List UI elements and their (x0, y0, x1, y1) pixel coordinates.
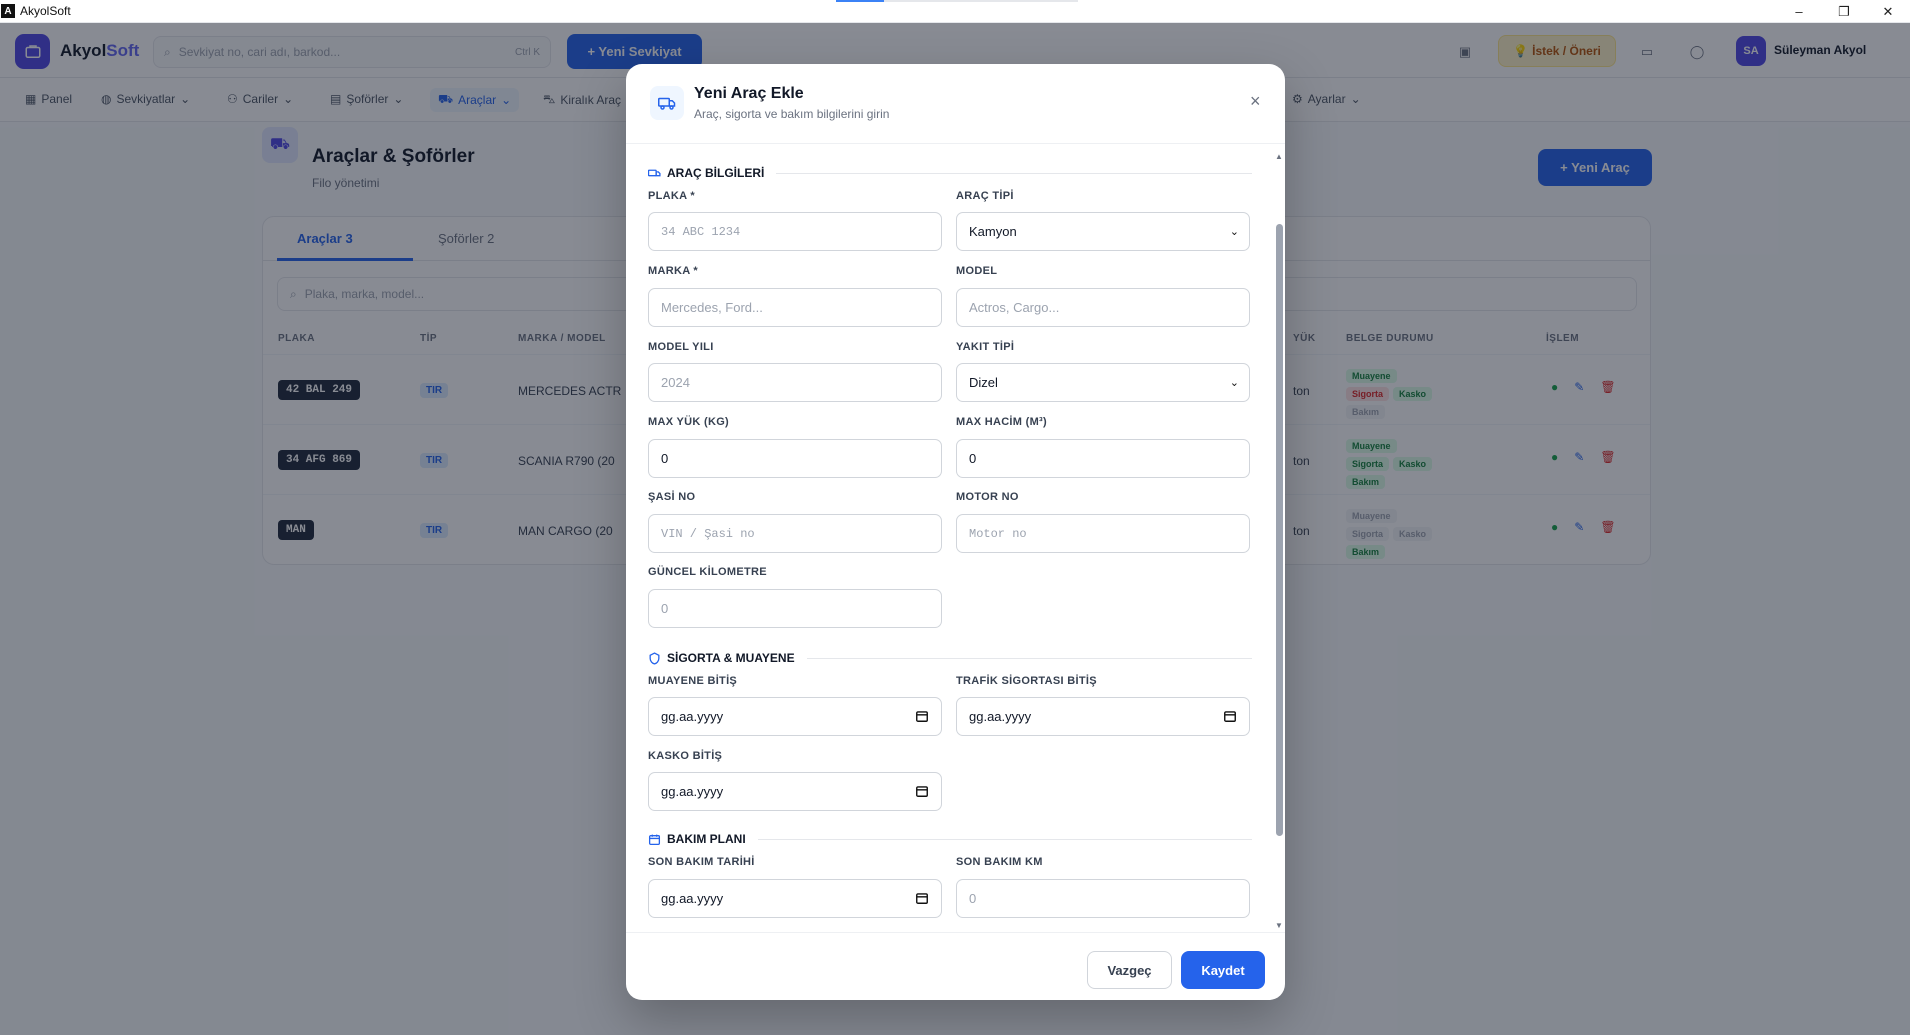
save-button[interactable]: Kaydet (1181, 951, 1265, 989)
fuel-type-select[interactable]: Dizel ⌄ (956, 363, 1250, 402)
modal-scrollbar[interactable]: ▲ ▼ (1273, 148, 1285, 932)
new-vehicle-modal: Yeni Araç Ekle Araç, sigorta ve bakım bi… (626, 64, 1285, 1000)
max-load-input[interactable]: 0 (648, 439, 942, 478)
model-year-label: MODEL YILI (648, 341, 714, 353)
inspection-end-label: MUAYENE BİTİŞ (648, 675, 738, 687)
modal-subtitle: Araç, sigorta ve bakım bilgilerini girin (694, 107, 890, 121)
engine-label: MOTOR NO (956, 491, 1019, 503)
chassis-input[interactable]: VIN / Şasi no (648, 514, 942, 553)
window-title: AkyolSoft (20, 4, 71, 18)
last-maintenance-date-label: SON BAKIM TARİHİ (648, 856, 755, 868)
calendar-icon[interactable] (915, 891, 929, 905)
model-label: MODEL (956, 265, 998, 277)
max-volume-label: MAX HACİM (M³) (956, 416, 1047, 428)
scrollbar-thumb[interactable] (1276, 224, 1283, 836)
scroll-down-icon[interactable]: ▼ (1275, 921, 1283, 930)
window-titlebar: A AkyolSoft – ❐ ✕ (0, 0, 1910, 23)
calendar-icon[interactable] (1223, 709, 1237, 723)
chevron-down-icon: ⌄ (1229, 377, 1239, 389)
vehicle-type-label: ARAÇ TİPİ (956, 190, 1014, 202)
last-maintenance-km-input[interactable]: 0 (956, 879, 1250, 918)
close-icon[interactable]: × (1250, 92, 1261, 110)
plate-input[interactable]: 34 ABC 1234 (648, 212, 942, 251)
traffic-insurance-end-input[interactable]: gg.aa.yyyy (956, 697, 1250, 736)
modal-footer: Vazgeç Kaydet (626, 932, 1285, 1000)
minimize-button[interactable]: – (1777, 0, 1821, 23)
calendar-icon (648, 834, 661, 845)
chassis-label: ŞASİ NO (648, 491, 696, 503)
vehicle-type-select[interactable]: Kamyon ⌄ (956, 212, 1250, 251)
fuel-type-label: YAKIT TİPİ (956, 341, 1015, 353)
brand-input[interactable]: Mercedes, Ford... (648, 288, 942, 327)
inspection-end-input[interactable]: gg.aa.yyyy (648, 697, 942, 736)
section-vehicle-info: ARAÇ BİLGİLERİ (648, 166, 1252, 180)
app-logo-icon: A (1, 4, 15, 18)
traffic-insurance-end-label: TRAFİK SİGORTASI BİTİŞ (956, 675, 1097, 687)
loading-progress-fill (836, 0, 885, 2)
engine-input[interactable]: Motor no (956, 514, 1250, 553)
truck-icon (648, 169, 661, 176)
kasko-end-input[interactable]: gg.aa.yyyy (648, 772, 942, 811)
maximize-button[interactable]: ❐ (1822, 0, 1866, 23)
last-maintenance-date-input[interactable]: gg.aa.yyyy (648, 879, 942, 918)
calendar-icon[interactable] (915, 784, 929, 798)
section-insurance: SİGORTA & MUAYENE (648, 651, 1252, 665)
truck-icon (650, 86, 684, 120)
cancel-button[interactable]: Vazgeç (1087, 951, 1172, 989)
max-load-label: MAX YÜK (KG) (648, 416, 730, 428)
plate-label: PLAKA * (648, 190, 695, 202)
modal-header: Yeni Araç Ekle Araç, sigorta ve bakım bi… (626, 64, 1285, 144)
km-input[interactable]: 0 (648, 589, 942, 628)
modal-title: Yeni Araç Ekle (694, 85, 804, 102)
kasko-end-label: KASKO BİTİŞ (648, 750, 723, 762)
scroll-up-icon[interactable]: ▲ (1275, 152, 1283, 161)
calendar-icon[interactable] (915, 709, 929, 723)
modal-body[interactable]: ARAÇ BİLGİLERİ PLAKA * 34 ABC 1234 ARAÇ … (626, 144, 1273, 932)
max-volume-input[interactable]: 0 (956, 439, 1250, 478)
model-year-input[interactable]: 2024 (648, 363, 942, 402)
chevron-down-icon: ⌄ (1229, 226, 1239, 238)
brand-label: MARKA * (648, 265, 698, 277)
km-label: GÜNCEL KİLOMETRE (648, 566, 767, 578)
model-input[interactable]: Actros, Cargo... (956, 288, 1250, 327)
close-window-button[interactable]: ✕ (1866, 0, 1910, 23)
loading-progress (836, 0, 1078, 2)
last-maintenance-km-label: SON BAKIM KM (956, 856, 1043, 868)
section-maintenance: BAKIM PLANI (648, 832, 1252, 846)
shield-icon (649, 651, 660, 665)
